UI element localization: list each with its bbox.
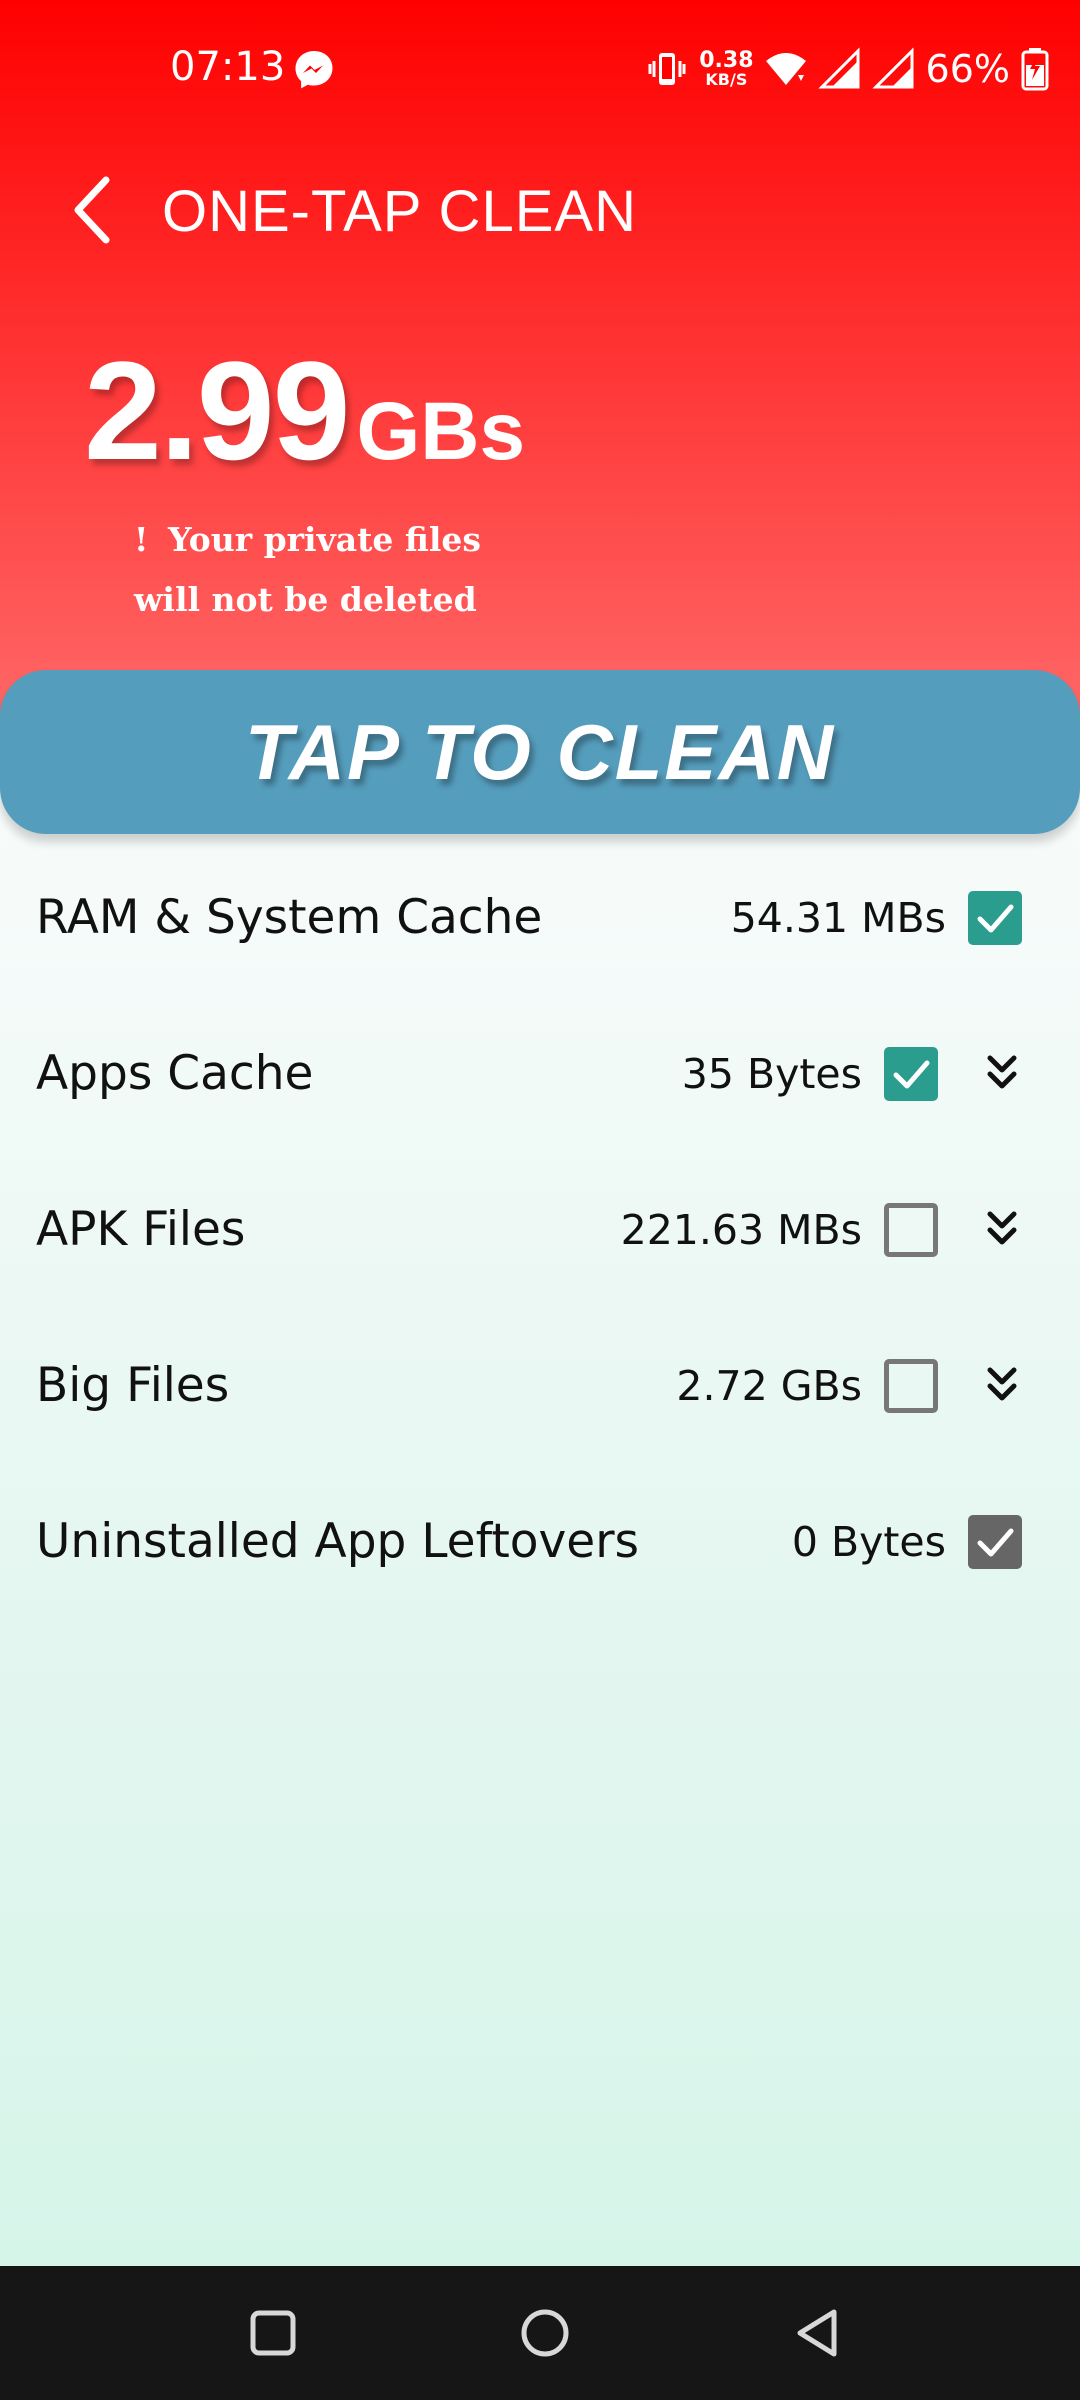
item-label: Big Files [36, 1358, 230, 1413]
chevron-double-down-icon[interactable] [978, 1362, 1026, 1410]
item-size: 2.72 GBs [676, 1362, 862, 1410]
chevron-double-down-icon[interactable] [978, 1050, 1026, 1098]
network-speed-unit: KB/S [705, 70, 748, 89]
list-item-ram-system-cache[interactable]: RAM & System Cache 54.31 MBs [0, 840, 1080, 996]
check-icon [977, 1528, 1014, 1557]
private-files-note: ! Your private files will not be deleted [134, 510, 534, 630]
nav-back-icon[interactable] [790, 2306, 844, 2360]
item-size: 54.31 MBs [730, 894, 946, 942]
wifi-icon [765, 53, 806, 85]
list-item-big-files[interactable]: Big Files 2.72 GBs [0, 1308, 1080, 1464]
tap-to-clean-label: TAP TO CLEAN [244, 707, 836, 796]
total-junk-size: 2.99 GBs [84, 330, 525, 492]
checkbox-big-files[interactable] [884, 1359, 938, 1413]
total-size-unit: GBs [356, 386, 526, 477]
check-icon [977, 904, 1014, 933]
page-title: ONE-TAP CLEAN [162, 179, 637, 244]
chevron-double-down-icon[interactable] [978, 1206, 1026, 1254]
checkbox-apk-files[interactable] [884, 1203, 938, 1257]
warning-icon: ! [134, 520, 149, 559]
junk-category-list: RAM & System Cache 54.31 MBs Apps Cache … [0, 840, 1080, 1620]
item-label: Uninstalled App Leftovers [36, 1514, 640, 1569]
back-arrow-icon[interactable] [56, 170, 136, 250]
signal-icon-2 [871, 47, 914, 89]
checkbox-apps-cache[interactable] [884, 1047, 938, 1101]
recents-icon[interactable] [248, 2308, 298, 2358]
private-files-note-text: Your private files will not be deleted [134, 520, 481, 619]
tap-to-clean-button[interactable]: TAP TO CLEAN [0, 670, 1080, 834]
checkbox-ram-system-cache[interactable] [968, 891, 1022, 945]
list-item-apk-files[interactable]: APK Files 221.63 MBs [0, 1152, 1080, 1308]
item-size: 35 Bytes [681, 1050, 862, 1098]
status-time: 07:13 [170, 44, 286, 90]
list-item-uninstalled-app-leftovers[interactable]: Uninstalled App Leftovers 0 Bytes [0, 1464, 1080, 1620]
home-icon[interactable] [518, 2306, 572, 2360]
top-app-bar: ONE-TAP CLEAN [0, 160, 1080, 260]
list-item-apps-cache[interactable]: Apps Cache 35 Bytes [0, 996, 1080, 1152]
network-speed: 0.38 KB/S [699, 50, 753, 88]
network-speed-value: 0.38 [699, 48, 754, 73]
status-bar: 07:13 0.38 KB/S 66% [0, 0, 1080, 140]
item-label: RAM & System Cache [36, 890, 543, 945]
battery-percent: 66% [925, 47, 1010, 91]
system-navigation-bar [0, 2266, 1080, 2400]
item-size: 221.63 MBs [620, 1206, 862, 1254]
checkbox-uninstalled-app-leftovers[interactable] [968, 1515, 1022, 1569]
vibrate-icon [648, 53, 686, 85]
messenger-icon [295, 51, 333, 89]
item-label: Apps Cache [36, 1046, 314, 1101]
signal-icon [817, 47, 860, 89]
status-icons: 0.38 KB/S 66% [645, 44, 1050, 94]
header: 07:13 0.38 KB/S 66% ONE-TAP CLEAN 2.99 G… [0, 0, 1080, 740]
check-icon [893, 1060, 930, 1089]
total-size-value: 2.99 [84, 332, 350, 489]
battery-charging-icon [1021, 48, 1049, 91]
item-label: APK Files [36, 1202, 246, 1257]
item-size: 0 Bytes [791, 1518, 946, 1566]
